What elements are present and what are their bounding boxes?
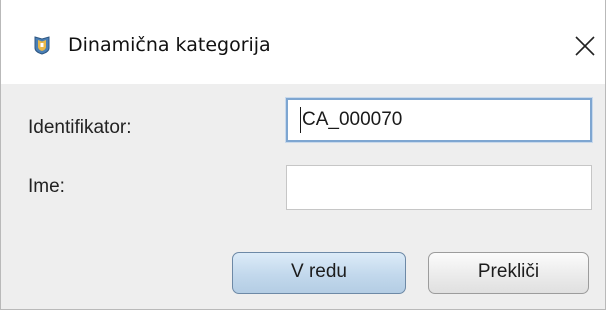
close-button[interactable] [564,24,605,66]
identifier-value: CA_000070 [302,109,403,130]
name-label: Ime: [28,176,65,197]
dialog-window: Dinamična kategorija Identifikator: CA_0… [0,0,606,310]
category-shield-icon [32,35,52,55]
dialog-title: Dinamična kategorija [68,34,271,56]
close-icon [575,36,595,56]
ok-button[interactable]: V redu [232,252,406,294]
name-field[interactable] [286,165,592,210]
cancel-button[interactable]: Prekliči [428,252,589,294]
identifier-label: Identifikator: [28,117,132,138]
dialog-content: Identifikator: CA_000070 Ime: V redu Pre… [1,84,605,309]
title-bar[interactable]: Dinamična kategorija [1,0,605,84]
identifier-field[interactable]: CA_000070 [285,97,593,143]
